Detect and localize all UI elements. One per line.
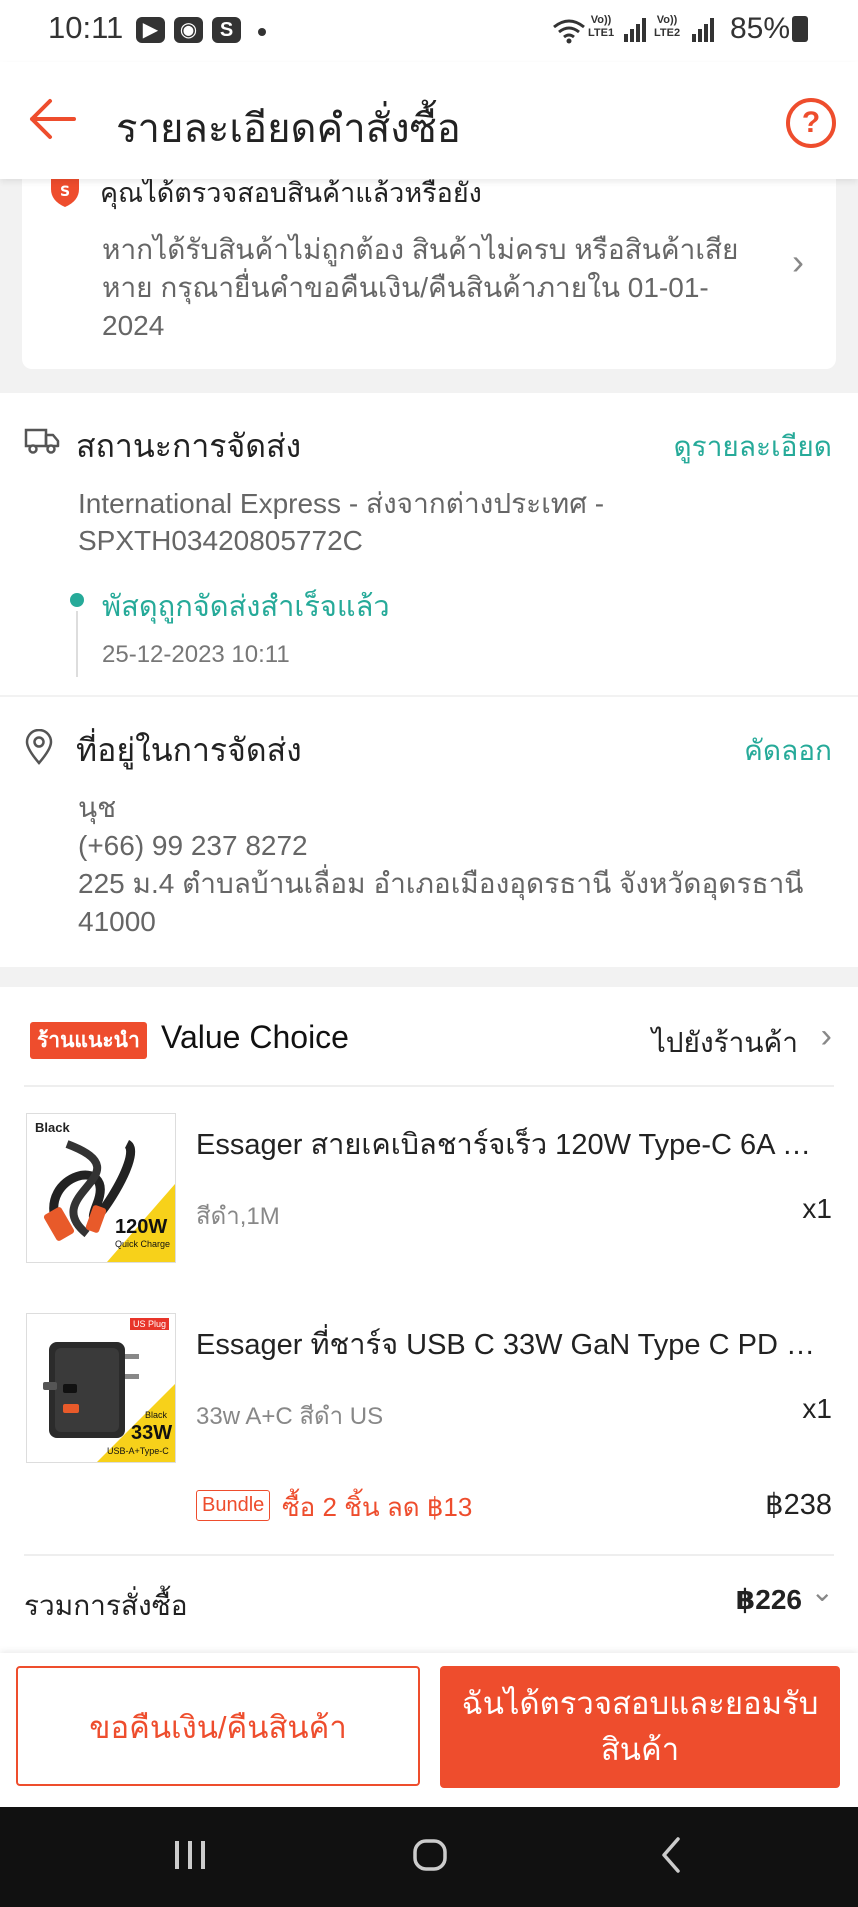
help-icon[interactable]: ? — [786, 98, 836, 148]
shipping-title: สถานะการจัดส่ง — [76, 428, 302, 464]
order-item[interactable]: Black 120W Quick Charge Essager สายเคเบิ… — [0, 1113, 858, 1273]
thumb-subtext: Quick Charge — [115, 1239, 171, 1249]
carrier-name: International Express - ส่งจากต่างประเทศ… — [78, 488, 605, 519]
address-title: ที่อยู่ในการจัดส่ง — [76, 732, 302, 768]
chevron-right-icon[interactable]: › — [821, 1017, 832, 1056]
chevron-right-icon: › — [792, 241, 804, 282]
location-pin-icon — [25, 729, 53, 765]
status-bar: 10:11 ▶ ◉ S Vo)) LTE1 Vo)) LTE2 85% — [0, 0, 858, 62]
order-items-section: ร้านแนะนำ Value Choice ไปยังร้านค้า › Bl… — [0, 987, 858, 1653]
thumb-subtext: USB-A+Type-C — [107, 1446, 169, 1456]
request-refund-button[interactable]: ขอคืนเงิน/คืนสินค้า — [16, 1666, 420, 1786]
volte-lte2-indicator: Vo)) LTE2 — [654, 14, 681, 39]
shop-name[interactable]: Value Choice — [161, 1019, 349, 1056]
volte-lte1-indicator: Vo)) LTE1 — [588, 14, 615, 39]
chevron-down-icon[interactable]: ⌄ — [811, 1575, 834, 1608]
recipient-name: นุช — [78, 792, 117, 823]
confirm-receipt-button[interactable]: ฉันได้ตรวจสอบและยอมรับสินค้า — [440, 1666, 840, 1788]
order-item[interactable]: US Plug Black 33W USB-A+Type-C Essager ท… — [0, 1313, 858, 1473]
thumb-wattage: 120W — [115, 1216, 168, 1238]
app-header: รายละเอียดคำสั่งซื้อ ? — [0, 62, 858, 179]
svg-text:S: S — [60, 184, 70, 200]
bundle-price: ฿238 — [765, 1489, 832, 1521]
back-arrow-icon[interactable] — [26, 94, 80, 144]
product-thumbnail: Black 120W Quick Charge — [26, 1113, 176, 1263]
wifi-icon — [553, 19, 585, 44]
s-app-icon: S — [212, 17, 241, 43]
item-variant: สีดำ,1M — [196, 1203, 280, 1230]
order-total-value[interactable]: ฿226 — [736, 1583, 802, 1616]
record-icon: ◉ — [174, 17, 203, 43]
clock: 10:11 — [48, 10, 124, 45]
shipping-carrier: International Express - ส่งจากต่างประเทศ… — [78, 485, 678, 559]
product-thumbnail: US Plug Black 33W USB-A+Type-C — [26, 1313, 176, 1463]
delivery-time: 25-12-2023 10:11 — [102, 641, 290, 668]
preferred-shop-badge: ร้านแนะนำ — [30, 1022, 147, 1059]
delivery-status: พัสดุถูกจัดส่งสำเร็จแล้ว — [102, 591, 390, 623]
recent-apps-icon[interactable] — [172, 1835, 208, 1875]
item-quantity: x1 — [802, 1393, 832, 1424]
thumb-wattage: 33W — [131, 1422, 173, 1444]
order-total-label[interactable]: รวมการสั่งซื้อ — [24, 1584, 188, 1628]
truck-icon — [24, 428, 60, 454]
more-notifications-dot — [258, 28, 266, 36]
bundle-tag: Bundle — [196, 1490, 271, 1521]
timeline-dot — [70, 593, 84, 607]
recipient-phone: (+66) 99 237 8272 — [78, 830, 308, 861]
item-name[interactable]: Essager สายเคเบิลชาร์จเร็ว 120W Type-C 6… — [196, 1121, 826, 1167]
inspect-notice-card[interactable]: S คุณได้ตรวจสอบสินค้าแล้วหรือยัง หากได้ร… — [22, 179, 836, 369]
thumb-label: US Plug — [129, 1318, 169, 1330]
go-to-shop-link[interactable]: ไปยังร้านค้า — [652, 1021, 798, 1065]
inspect-notice-heading: คุณได้ตรวจสอบสินค้าแล้วหรือยัง — [100, 178, 482, 208]
item-quantity: x1 — [802, 1193, 832, 1224]
back-icon[interactable] — [656, 1835, 686, 1875]
shipping-address-section: ที่อยู่ในการจัดส่ง คัดลอก นุช (+66) 99 2… — [0, 697, 858, 967]
inspect-notice-section: S คุณได้ตรวจสอบสินค้าแล้วหรือยัง หากได้ร… — [0, 179, 858, 393]
divider — [24, 1085, 834, 1087]
shipping-status-section: สถานะการจัดส่ง ดูรายละเอียด Internationa… — [0, 393, 858, 695]
battery-icon — [792, 16, 808, 42]
item-variant: 33w A+C สีดำ US — [196, 1403, 384, 1430]
address-details: นุช (+66) 99 237 8272 225 ม.4 ตำบลบ้านเล… — [78, 789, 818, 941]
page-title: รายละเอียดคำสั่งซื้อ — [116, 107, 461, 151]
view-details-link[interactable]: ดูรายละเอียด — [673, 425, 832, 469]
tracking-number: SPXTH03420805772C — [78, 525, 363, 556]
home-icon[interactable] — [410, 1835, 450, 1875]
copy-address-link[interactable]: คัดลอก — [744, 729, 832, 773]
shield-icon: S — [51, 179, 79, 207]
bottom-action-bar: ขอคืนเงิน/คืนสินค้า ฉันได้ตรวจสอบและยอมร… — [0, 1653, 858, 1807]
system-navigation-bar — [0, 1807, 858, 1907]
divider — [24, 1554, 834, 1556]
inspect-notice-body: หากได้รับสินค้าไม่ถูกต้อง สินค้าไม่ครบ ห… — [102, 234, 739, 341]
youtube-icon: ▶ — [136, 17, 165, 43]
item-name[interactable]: Essager ที่ชาร์จ USB C 33W GaN Type C PD… — [196, 1321, 826, 1367]
signal-icon — [692, 16, 716, 42]
bundle-discount-text: ซื้อ 2 ชิ้น ลด ฿13 — [282, 1492, 473, 1522]
timeline-line — [76, 611, 78, 677]
thumb-color: Black — [145, 1410, 168, 1420]
address-line: 225 ม.4 ตำบลบ้านเลื่อม อำเภอเมืองอุดรธาน… — [78, 868, 804, 937]
battery-percent: 85% — [730, 12, 791, 45]
thumb-label: Black — [35, 1120, 70, 1135]
signal-icon — [624, 16, 648, 42]
